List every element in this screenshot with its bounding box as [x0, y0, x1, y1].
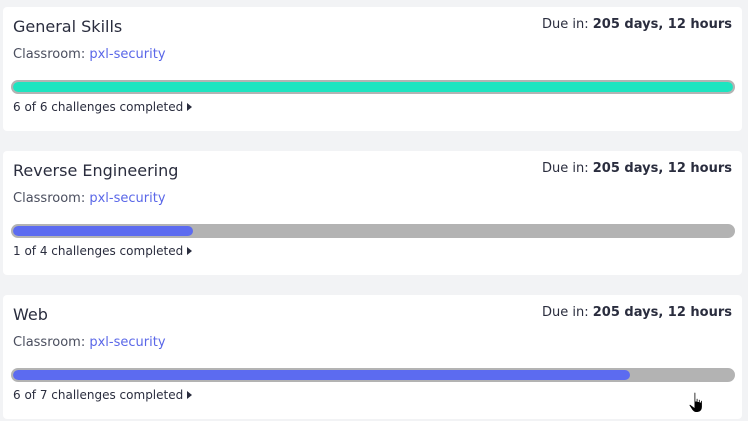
- due-date: Due in: 205 days, 12 hours: [542, 17, 732, 32]
- assignment-list: General Skills Due in: 205 days, 12 hour…: [0, 0, 748, 421]
- challenges-completed-toggle[interactable]: 6 of 6 challenges completed: [13, 100, 193, 114]
- progress-bar: [11, 80, 735, 94]
- classroom-info: Classroom: pxl-security: [13, 47, 166, 62]
- classroom-info: Classroom: pxl-security: [13, 335, 166, 350]
- challenges-completed-text: 6 of 6 challenges completed: [13, 100, 184, 114]
- due-value: 205 days, 12 hours: [592, 161, 732, 176]
- classroom-link[interactable]: pxl-security: [89, 335, 165, 350]
- classroom-link[interactable]: pxl-security: [89, 191, 165, 206]
- progress-fill: [13, 370, 631, 380]
- assignment-card: Reverse Engineering Due in: 205 days, 12…: [3, 151, 742, 275]
- classroom-label: Classroom:: [13, 47, 86, 62]
- due-date: Due in: 205 days, 12 hours: [542, 161, 732, 176]
- assignment-title: Web: [13, 305, 48, 324]
- hand-pointer-icon: [688, 391, 703, 413]
- challenges-completed-toggle[interactable]: 6 of 7 challenges completed: [13, 388, 193, 402]
- assignment-title: General Skills: [13, 17, 123, 36]
- progress-bar: [11, 368, 735, 382]
- due-label: Due in:: [542, 17, 589, 32]
- due-date: Due in: 205 days, 12 hours: [542, 305, 732, 320]
- assignment-card: General Skills Due in: 205 days, 12 hour…: [3, 7, 742, 131]
- due-value: 205 days, 12 hours: [592, 305, 732, 320]
- caret-right-icon: [187, 247, 193, 255]
- progress-bar: [11, 224, 735, 238]
- assignment-title: Reverse Engineering: [13, 161, 179, 180]
- due-value: 205 days, 12 hours: [592, 17, 732, 32]
- challenges-completed-toggle[interactable]: 1 of 4 challenges completed: [13, 244, 193, 258]
- challenges-completed-text: 6 of 7 challenges completed: [13, 388, 184, 402]
- due-label: Due in:: [542, 161, 589, 176]
- classroom-label: Classroom:: [13, 191, 86, 206]
- caret-right-icon: [187, 391, 193, 399]
- due-label: Due in:: [542, 305, 589, 320]
- classroom-label: Classroom:: [13, 335, 86, 350]
- progress-fill: [13, 226, 193, 236]
- classroom-info: Classroom: pxl-security: [13, 191, 166, 206]
- classroom-link[interactable]: pxl-security: [89, 47, 165, 62]
- assignment-card: Web Due in: 205 days, 12 hours Classroom…: [3, 295, 742, 419]
- progress-fill: [13, 82, 733, 92]
- caret-right-icon: [187, 103, 193, 111]
- challenges-completed-text: 1 of 4 challenges completed: [13, 244, 184, 258]
